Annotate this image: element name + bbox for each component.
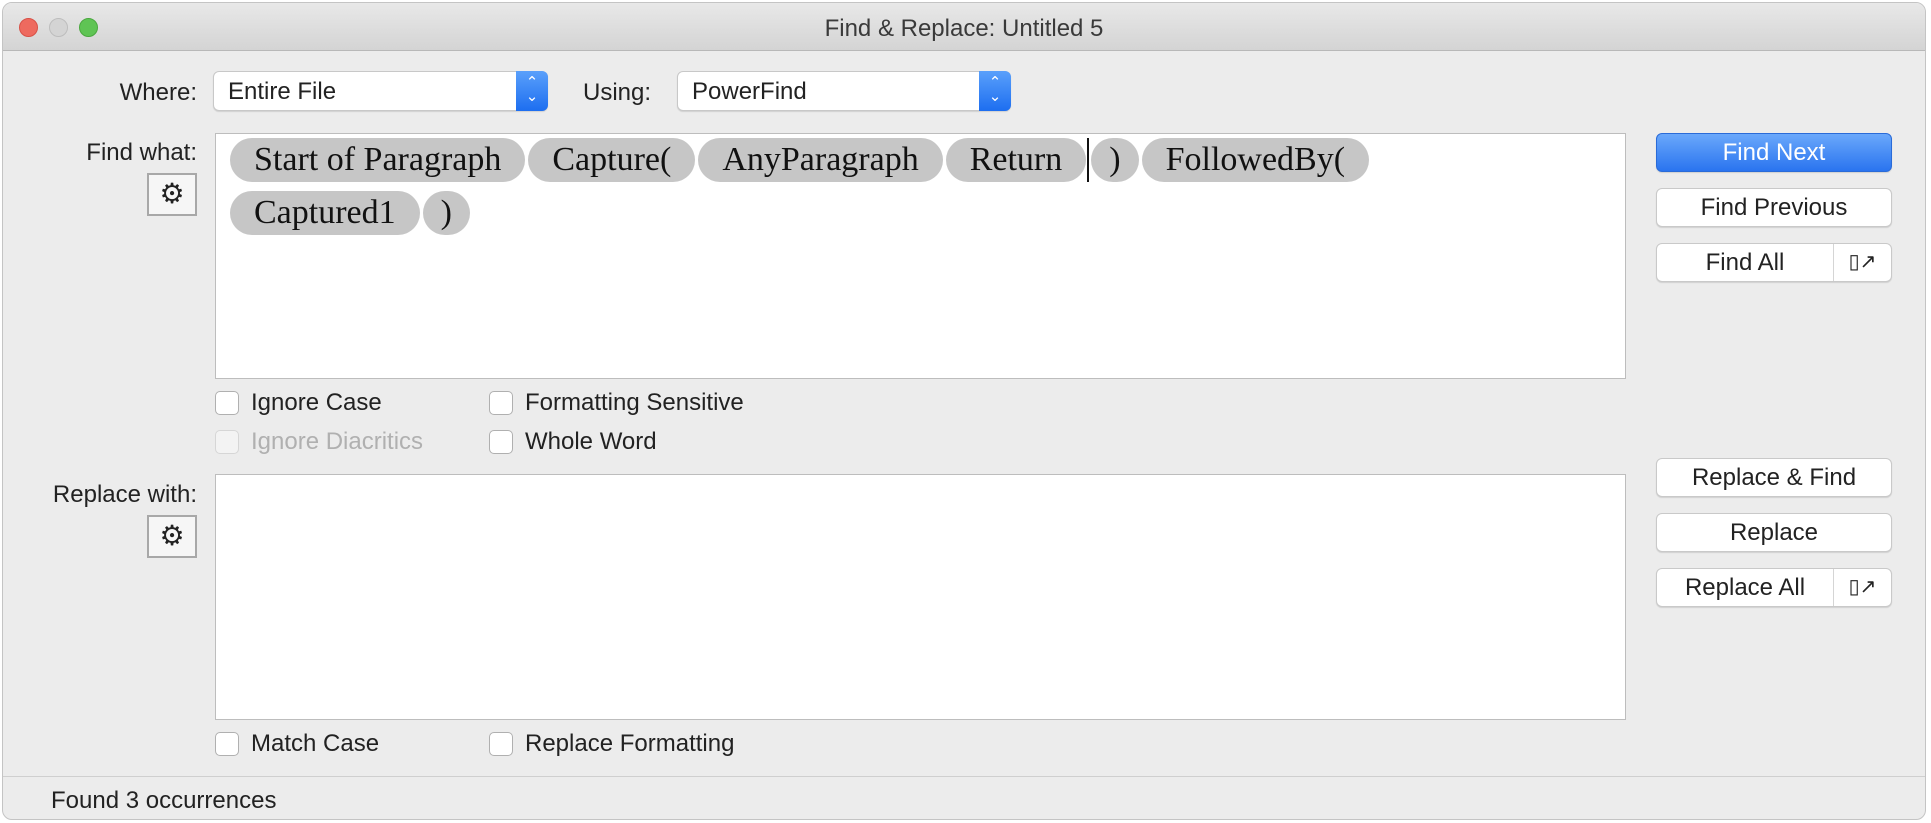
whole-word-label: Whole Word bbox=[525, 428, 657, 455]
find-all-label: Find All bbox=[1705, 249, 1785, 276]
replace-button[interactable]: Replace bbox=[1656, 513, 1892, 552]
find-field[interactable]: Start of Paragraph Capture(AnyParagraph Re… bbox=[215, 133, 1626, 379]
using-label: Using: bbox=[583, 79, 652, 106]
replace-with-label: Replace with: bbox=[52, 481, 197, 508]
chevron-up-down-icon: ⌃ ⌄ bbox=[979, 71, 1011, 111]
token-captured1[interactable]: Captured1 bbox=[230, 191, 420, 235]
replace-options-gear-icon[interactable]: ⚙ bbox=[147, 515, 197, 558]
token-start-of-paragraph[interactable]: Start of Paragraph bbox=[230, 138, 526, 182]
ignore-diacritics-label: Ignore Diacritics bbox=[251, 428, 424, 455]
match-case-label: Match Case bbox=[251, 730, 380, 757]
whole-word-checkbox[interactable]: Whole Word bbox=[489, 428, 657, 456]
match-case-checkbox[interactable]: Match Case bbox=[215, 730, 379, 758]
title-bar: Find & Replace: Untitled 5 bbox=[3, 3, 1925, 51]
results-window-icon[interactable]: ▯↗ bbox=[1833, 569, 1891, 606]
status-bar: Found 3 occurrences bbox=[3, 776, 1925, 819]
replace-formatting-label: Replace Formatting bbox=[525, 730, 735, 757]
find-replace-window: Find & Replace: Untitled 5 Where: Entire… bbox=[2, 2, 1926, 820]
ignore-diacritics-checkbox: Ignore Diacritics bbox=[215, 428, 423, 456]
formatting-sensitive-checkbox[interactable]: Formatting Sensitive bbox=[489, 389, 744, 417]
ignore-case-label: Ignore Case bbox=[251, 389, 382, 416]
text-cursor bbox=[1087, 138, 1090, 182]
using-value: PowerFind bbox=[692, 78, 807, 105]
replace-field[interactable] bbox=[215, 474, 1626, 720]
token-any-paragraph[interactable]: AnyParagraph bbox=[698, 138, 943, 182]
where-label: Where: bbox=[119, 79, 197, 106]
where-value: Entire File bbox=[228, 78, 337, 105]
replace-formatting-checkbox[interactable]: Replace Formatting bbox=[489, 730, 734, 758]
using-popup[interactable]: PowerFind ⌃ ⌄ bbox=[677, 71, 1011, 111]
window-title: Find & Replace: Untitled 5 bbox=[824, 15, 1104, 42]
find-what-label: Find what: bbox=[86, 139, 197, 166]
find-all-button[interactable]: Find All ▯↗ bbox=[1656, 243, 1892, 282]
token-close-paren[interactable]: ) bbox=[1091, 138, 1139, 182]
token-close-paren[interactable]: ) bbox=[422, 191, 470, 235]
results-window-icon[interactable]: ▯↗ bbox=[1833, 244, 1891, 281]
find-options-gear-icon[interactable]: ⚙ bbox=[147, 173, 197, 216]
chevron-up-down-icon: ⌃ ⌄ bbox=[516, 71, 548, 111]
replace-and-find-button[interactable]: Replace & Find bbox=[1656, 458, 1892, 497]
find-next-button[interactable]: Find Next bbox=[1656, 133, 1892, 172]
formatting-sensitive-label: Formatting Sensitive bbox=[525, 389, 744, 416]
find-previous-button[interactable]: Find Previous bbox=[1656, 188, 1892, 227]
ignore-case-checkbox[interactable]: Ignore Case bbox=[215, 389, 382, 417]
token-return[interactable]: Return bbox=[945, 138, 1087, 182]
token-capture[interactable]: Capture( bbox=[528, 138, 696, 182]
token-followed-by[interactable]: FollowedBy( bbox=[1141, 138, 1370, 182]
replace-all-button[interactable]: Replace All ▯↗ bbox=[1656, 568, 1892, 607]
where-popup[interactable]: Entire File ⌃ ⌄ bbox=[213, 71, 548, 111]
replace-all-label: Replace All bbox=[1684, 574, 1806, 601]
